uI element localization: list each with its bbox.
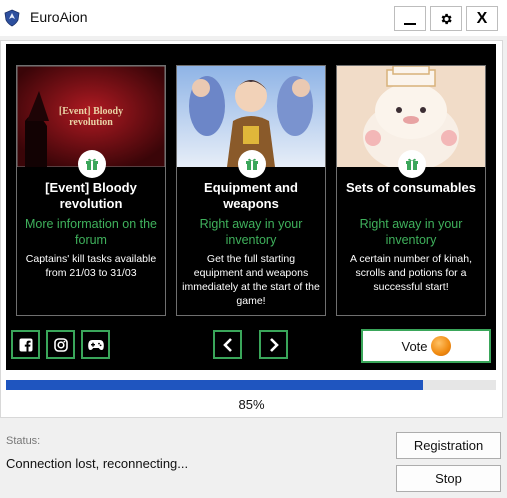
previous-button[interactable]	[213, 330, 242, 359]
progress-percent: 85%	[238, 397, 265, 412]
gamepad-icon	[87, 339, 104, 350]
title-bar: EuroAion X	[0, 0, 507, 36]
coin-icon	[430, 336, 451, 356]
card-title: [Event] Bloody revolution	[45, 180, 137, 211]
card-subtitle[interactable]: More information on the forum	[21, 216, 161, 248]
close-icon: X	[476, 9, 488, 27]
gift-icon	[398, 150, 426, 178]
settings-button[interactable]	[430, 6, 462, 31]
card-title: Sets of consumables	[345, 180, 477, 195]
window-title: EuroAion	[30, 9, 88, 25]
status-label: Status:	[6, 435, 41, 447]
vote-label: Vote	[401, 338, 428, 354]
shield-logo-icon	[4, 9, 20, 27]
minimize-icon	[404, 22, 416, 25]
card-subtitle: Right away in your inventory	[359, 217, 463, 247]
card-description: Captains' kill tasks available from 21/0…	[25, 253, 157, 279]
instagram-icon	[53, 337, 68, 352]
gamepad-button[interactable]	[81, 330, 110, 359]
news-card[interactable]: [Event] Bloody revolution [Event] Bloody…	[16, 65, 166, 316]
news-card[interactable]: Equipment and weapons Right away in your…	[176, 65, 326, 316]
close-button[interactable]: X	[466, 6, 498, 31]
facebook-icon	[19, 338, 32, 352]
next-button[interactable]	[259, 330, 288, 359]
card-description: A certain number of kinah, scrolls and p…	[350, 253, 472, 293]
card-title: Equipment and weapons	[204, 180, 298, 211]
progress-bar	[6, 380, 496, 390]
facebook-button[interactable]	[11, 330, 40, 359]
news-card[interactable]: Sets of consumables Right away in your i…	[336, 65, 486, 316]
instagram-button[interactable]	[46, 330, 75, 359]
card-description: Get the full starting equipment and weap…	[182, 253, 320, 307]
card-subtitle: Right away in your inventory	[199, 217, 303, 247]
gear-icon	[441, 13, 452, 24]
stop-button[interactable]: Stop	[396, 465, 501, 492]
registration-button[interactable]: Registration	[396, 432, 501, 459]
gift-icon	[78, 150, 106, 178]
news-banner: [Event] Bloody revolution [Event] Bloody…	[6, 44, 496, 370]
progress-fill	[6, 380, 423, 390]
chevron-left-icon	[222, 337, 232, 352]
minimize-button[interactable]	[394, 6, 426, 31]
status-text: Connection lost, reconnecting...	[6, 456, 189, 471]
card-image-caption: [Event] Bloody revolution	[58, 106, 124, 128]
gift-icon	[238, 150, 266, 178]
chevron-right-icon	[269, 337, 279, 352]
vote-button[interactable]: Vote	[361, 329, 491, 363]
